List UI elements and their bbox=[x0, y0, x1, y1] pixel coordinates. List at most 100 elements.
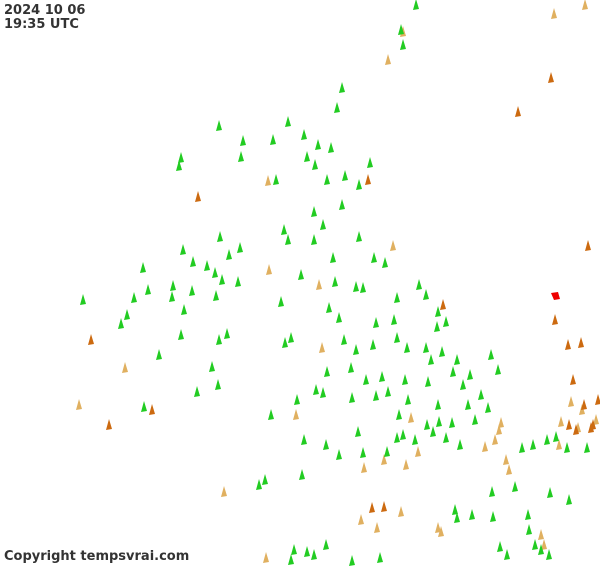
strike-marker-oldest bbox=[578, 337, 584, 348]
strike-marker-oldest bbox=[585, 240, 591, 251]
strike-marker-oldest bbox=[106, 419, 112, 430]
strike-marker-recent bbox=[219, 274, 225, 285]
strike-marker-recent bbox=[519, 442, 525, 453]
strike-marker-older bbox=[498, 417, 504, 428]
strike-marker-recent bbox=[315, 139, 321, 150]
strike-marker-recent bbox=[497, 541, 503, 552]
strike-marker-older bbox=[506, 464, 512, 475]
strike-marker-older bbox=[503, 454, 509, 465]
strike-marker-recent bbox=[402, 374, 408, 385]
strike-marker-recent bbox=[213, 290, 219, 301]
strike-marker-oldest bbox=[369, 502, 375, 513]
strike-marker-recent bbox=[285, 116, 291, 127]
strike-marker-recent bbox=[413, 0, 419, 10]
strike-marker-recent bbox=[270, 134, 276, 145]
strike-marker-recent bbox=[465, 399, 471, 410]
strike-marker-older bbox=[316, 279, 322, 290]
strike-marker-recent bbox=[400, 429, 406, 440]
strike-marker-recent bbox=[240, 135, 246, 146]
strike-marker-older bbox=[293, 409, 299, 420]
strike-marker-recent bbox=[443, 316, 449, 327]
copyright-label: Copyright tempsvrai.com bbox=[4, 549, 190, 564]
strike-marker-recent bbox=[190, 256, 196, 267]
strike-marker-older bbox=[265, 175, 271, 186]
strike-marker-recent bbox=[532, 539, 538, 550]
strike-marker-recent bbox=[170, 280, 176, 291]
strike-marker-recent bbox=[339, 82, 345, 93]
strike-marker-recent bbox=[544, 434, 550, 445]
strike-marker-recent bbox=[341, 334, 347, 345]
strike-marker-recent bbox=[478, 389, 484, 400]
strike-marker-recent bbox=[180, 244, 186, 255]
strike-marker-recent bbox=[454, 354, 460, 365]
strike-marker-recent bbox=[256, 479, 262, 490]
strike-marker-older bbox=[403, 459, 409, 470]
strike-marker-older bbox=[538, 529, 544, 540]
strike-marker-recent bbox=[416, 279, 422, 290]
timestamp: 2024 10 06 19:35 UTC bbox=[4, 4, 85, 32]
strike-marker-recent bbox=[436, 416, 442, 427]
strike-marker-recent bbox=[584, 442, 590, 453]
strike-marker-older bbox=[482, 441, 488, 452]
strike-marker-recent bbox=[311, 234, 317, 245]
strike-marker-recent bbox=[488, 349, 494, 360]
strike-marker-recent bbox=[363, 374, 369, 385]
strike-marker-recent bbox=[349, 555, 355, 566]
strike-marker-older bbox=[390, 240, 396, 251]
strike-marker-recent bbox=[384, 446, 390, 457]
strike-marker-recent bbox=[566, 494, 572, 505]
strike-marker-recent bbox=[428, 354, 434, 365]
strike-marker-recent bbox=[204, 260, 210, 271]
strike-marker-recent bbox=[141, 401, 147, 412]
strike-marker-recent bbox=[443, 432, 449, 443]
strike-marker-recent bbox=[281, 224, 287, 235]
strike-marker-recent bbox=[371, 252, 377, 263]
strike-marker-recent bbox=[360, 282, 366, 293]
strike-marker-recent bbox=[124, 309, 130, 320]
strike-marker-recent bbox=[169, 291, 175, 302]
strike-marker-recent bbox=[469, 509, 475, 520]
strike-marker-recent bbox=[394, 332, 400, 343]
strike-marker-oldest bbox=[595, 394, 600, 405]
strike-marker-recent bbox=[278, 296, 284, 307]
strike-marker-older bbox=[398, 506, 404, 517]
strike-marker-recent bbox=[526, 524, 532, 535]
strike-marker-oldest bbox=[365, 174, 371, 185]
strike-marker-recent bbox=[336, 312, 342, 323]
strike-marker-recent bbox=[377, 552, 383, 563]
strike-marker-recent bbox=[324, 174, 330, 185]
strike-marker-oldest bbox=[195, 191, 201, 202]
strike-marker-recent bbox=[360, 447, 366, 458]
strike-marker-older bbox=[558, 416, 564, 427]
strike-marker-older bbox=[319, 342, 325, 353]
strike-marker-recent bbox=[356, 231, 362, 242]
strike-marker-recent bbox=[156, 349, 162, 360]
strike-marker-recent bbox=[301, 434, 307, 445]
strike-marker-recent bbox=[367, 157, 373, 168]
strike-marker-older bbox=[76, 399, 82, 410]
strike-marker-recent bbox=[349, 392, 355, 403]
strike-marker-recent bbox=[326, 302, 332, 313]
strike-marker-recent bbox=[299, 469, 305, 480]
strike-marker-recent bbox=[216, 120, 222, 131]
strike-marker-recent bbox=[212, 267, 218, 278]
strike-marker-recent bbox=[237, 242, 243, 253]
strike-marker-recent bbox=[323, 439, 329, 450]
strike-marker-recent bbox=[355, 426, 361, 437]
strike-marker-oldest bbox=[440, 299, 446, 310]
strike-marker-recent bbox=[323, 539, 329, 550]
strike-marker-recent bbox=[178, 329, 184, 340]
strike-marker-recent bbox=[320, 387, 326, 398]
strike-marker-recent bbox=[439, 346, 445, 357]
strike-marker-recent bbox=[312, 159, 318, 170]
strike-marker-recent bbox=[457, 439, 463, 450]
strike-marker-recent bbox=[430, 426, 436, 437]
strike-marker-recent bbox=[282, 337, 288, 348]
strike-marker-oldest bbox=[548, 72, 554, 83]
strike-marker-older bbox=[551, 8, 557, 19]
strike-marker-recent bbox=[460, 379, 466, 390]
strike-marker-recent bbox=[424, 419, 430, 430]
strike-marker-recent bbox=[504, 549, 510, 560]
strike-marker-recent bbox=[400, 39, 406, 50]
strike-marker-older bbox=[582, 0, 588, 10]
